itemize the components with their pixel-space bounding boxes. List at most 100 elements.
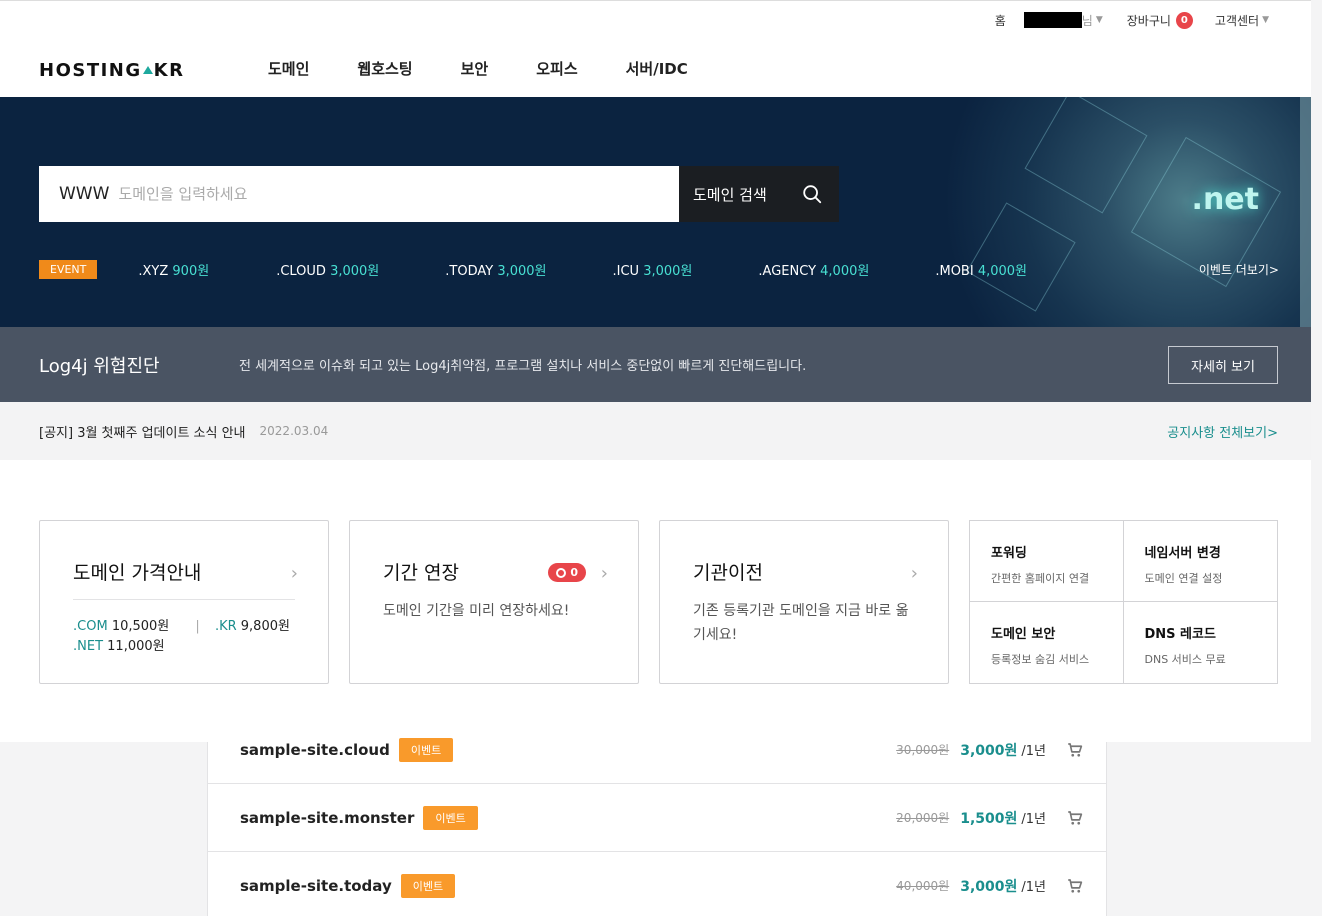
list-item: sample-site.monster 이벤트 20,000원 1,500원 /… xyxy=(208,784,1106,852)
list-item: sample-site.today 이벤트 40,000원 3,000원 /1년 xyxy=(208,852,1106,916)
event-tld: .MOBI xyxy=(935,263,974,279)
tld-com: .COM xyxy=(73,619,108,634)
user-suffix: 님 xyxy=(1081,13,1093,28)
quick-item-dns-record[interactable]: DNS 레코드 DNS 서비스 무료 xyxy=(1124,602,1278,683)
domain-price-card[interactable]: 도메인 가격안내 › .COM 10,500원 | .KR 9,800원 .NE… xyxy=(39,520,329,684)
quick-item-title: 도메인 보안 xyxy=(991,627,1056,642)
chevron-right-icon: › xyxy=(290,563,298,584)
renew-card[interactable]: 기간 연장 0 › 도메인 기간을 미리 연장하세요! xyxy=(349,520,639,684)
event-price: 3,000원 xyxy=(497,263,547,279)
logo-text-left: HOSTING xyxy=(39,60,142,81)
price-group: 40,000원 3,000원 /1년 xyxy=(896,876,1084,896)
event-price: 3,000원 xyxy=(643,263,693,279)
domain-recommend-list: sample-site.cloud 이벤트 30,000원 3,000원 /1년… xyxy=(207,737,1107,916)
event-price: 4,000원 xyxy=(977,263,1028,279)
card-title: 기관이전 xyxy=(693,562,763,584)
notice-all-link[interactable]: 공지사항 전체보기> xyxy=(1167,422,1278,441)
log4j-detail-button[interactable]: 자세히 보기 xyxy=(1168,346,1278,384)
quick-item-title: DNS 레코드 xyxy=(1144,627,1216,642)
cart-icon[interactable] xyxy=(1066,741,1084,759)
quick-item-sub: 등록정보 숨김 서비스 xyxy=(991,653,1090,666)
log4j-description: 전 세계적으로 이슈화 되고 있는 Log4j취약점, 프로그램 설치나 서비스… xyxy=(239,359,807,374)
chevron-down-icon: ▼ xyxy=(1095,15,1103,25)
home-link[interactable]: 홈 xyxy=(995,12,1006,29)
event-price: 900원 xyxy=(172,263,210,279)
event-tld: .CLOUD xyxy=(276,263,326,279)
nav-item-server-idc[interactable]: 서버/IDC xyxy=(626,58,688,79)
support-label: 고객센터 xyxy=(1214,13,1260,28)
event-tld: .AGENCY xyxy=(758,263,817,279)
support-menu[interactable]: 고객센터 ▼ xyxy=(1215,12,1269,29)
card-title: 기간 연장 xyxy=(383,562,459,584)
original-price: 40,000원 xyxy=(896,879,950,893)
domain-name: sample-site.today xyxy=(240,876,392,895)
logo-text-right: KR xyxy=(153,60,185,81)
original-price: 30,000원 xyxy=(896,743,950,757)
price-net: 11,000원 xyxy=(107,639,165,654)
domain-search-input[interactable] xyxy=(118,185,599,203)
separator: | xyxy=(195,619,200,634)
event-tag: EVENT xyxy=(39,259,98,279)
log4j-title: Log4j 위협진단 xyxy=(39,355,160,377)
event-price: 3,000원 xyxy=(330,263,380,279)
notice-bar: [공지] 3월 첫째주 업데이트 소식 안내 2022.03.04 공지사항 전… xyxy=(0,402,1311,460)
quick-item-domain-security[interactable]: 도메인 보안 등록정보 숨김 서비스 xyxy=(970,602,1124,683)
event-tld: .TODAY xyxy=(445,263,494,279)
quick-item-nameserver[interactable]: 네임서버 변경 도메인 연결 설정 xyxy=(1123,521,1277,602)
quick-service-grid: 포워딩 간편한 홈페이지 연결 네임서버 변경 도메인 연결 설정 도메인 보안… xyxy=(969,520,1278,684)
main-nav: 도메인 웹호스팅 보안 오피스 서버/IDC xyxy=(268,58,736,79)
hero-banner: .net WWW 도메인 검색 EVENT .XYZ 900원 .CLOUD 3… xyxy=(0,97,1311,327)
cart-icon[interactable] xyxy=(1066,809,1084,827)
nav-item-webhosting[interactable]: 웹호스팅 xyxy=(357,58,412,79)
notice-link[interactable]: [공지] 3월 첫째주 업데이트 소식 안내 xyxy=(39,422,246,441)
event-badge: 이벤트 xyxy=(423,805,478,830)
nav-item-security[interactable]: 보안 xyxy=(461,58,489,79)
hexagon-decoration xyxy=(1024,97,1148,214)
price-kr: 9,800원 xyxy=(240,619,290,634)
quick-item-sub: 도메인 연결 설정 xyxy=(1144,572,1223,585)
event-item[interactable]: .ICU 3,000원 xyxy=(613,260,693,279)
price-group: 30,000원 3,000원 /1년 xyxy=(896,740,1084,760)
event-tld-strip: EVENT .XYZ 900원 .CLOUD 3,000원 .TODAY 3,0… xyxy=(39,258,1311,280)
transfer-card[interactable]: 기관이전 › 기존 등록기관 도메인을 지금 바로 옮기세요! xyxy=(659,520,949,684)
site-header: 홈 님 ▼ 장바구니 0 고객센터 ▼ HOSTING KR 도메인 웹호스팅 보… xyxy=(0,0,1311,97)
events-more-link[interactable]: 이벤트 더보기> xyxy=(1199,261,1279,278)
card-description: 기존 등록기관 도메인을 지금 바로 옮기세요! xyxy=(693,603,909,643)
price-com: 10,500원 xyxy=(111,619,170,634)
domain-price-list: .COM 10,500원 | .KR 9,800원 .NET 11,000원 xyxy=(73,617,290,657)
quick-item-sub: DNS 서비스 무료 xyxy=(1144,653,1226,666)
card-title: 도메인 가격안내 xyxy=(73,562,202,584)
sale-price: 1,500원 xyxy=(960,810,1018,827)
search-icon xyxy=(803,185,822,204)
user-menu[interactable]: 님 ▼ xyxy=(1023,12,1103,29)
log4j-banner: Log4j 위협진단 전 세계적으로 이슈화 되고 있는 Log4j취약점, 프… xyxy=(0,327,1311,402)
event-item[interactable]: .TODAY 3,000원 xyxy=(445,260,546,279)
cart-label: 장바구니 xyxy=(1126,13,1171,28)
cart-icon[interactable] xyxy=(1066,877,1084,895)
event-badge: 이벤트 xyxy=(398,737,454,762)
divider xyxy=(73,599,295,600)
event-tld: .XYZ xyxy=(138,263,169,279)
domain-name: sample-site.cloud xyxy=(240,740,390,759)
chevron-down-icon: ▼ xyxy=(1262,15,1269,25)
event-item[interactable]: .AGENCY 4,000원 xyxy=(758,260,869,279)
site-logo[interactable]: HOSTING KR xyxy=(39,60,184,81)
event-item[interactable]: .MOBI 4,000원 xyxy=(935,260,1027,279)
www-prefix: WWW xyxy=(59,184,110,204)
event-item[interactable]: .CLOUD 3,000원 xyxy=(276,260,379,279)
renew-count-badge: 0 xyxy=(548,563,586,582)
tld-net: .NET xyxy=(73,639,104,654)
nav-item-office[interactable]: 오피스 xyxy=(536,58,577,79)
chevron-right-icon: › xyxy=(600,563,608,584)
logo-dot-icon xyxy=(142,66,153,74)
event-item[interactable]: .XYZ 900원 xyxy=(138,260,209,279)
domain-search-button[interactable]: 도메인 검색 xyxy=(679,166,839,222)
sale-price: 3,000원 xyxy=(960,742,1018,759)
redacted-username xyxy=(1023,12,1082,28)
original-price: 20,000원 xyxy=(896,811,950,825)
event-tld: .ICU xyxy=(612,263,640,279)
domain-name: sample-site.monster xyxy=(240,808,415,827)
cart-link[interactable]: 장바구니 0 xyxy=(1126,11,1193,29)
quick-item-forwarding[interactable]: 포워딩 간편한 홈페이지 연결 xyxy=(970,521,1124,602)
nav-item-domain[interactable]: 도메인 xyxy=(268,58,309,79)
